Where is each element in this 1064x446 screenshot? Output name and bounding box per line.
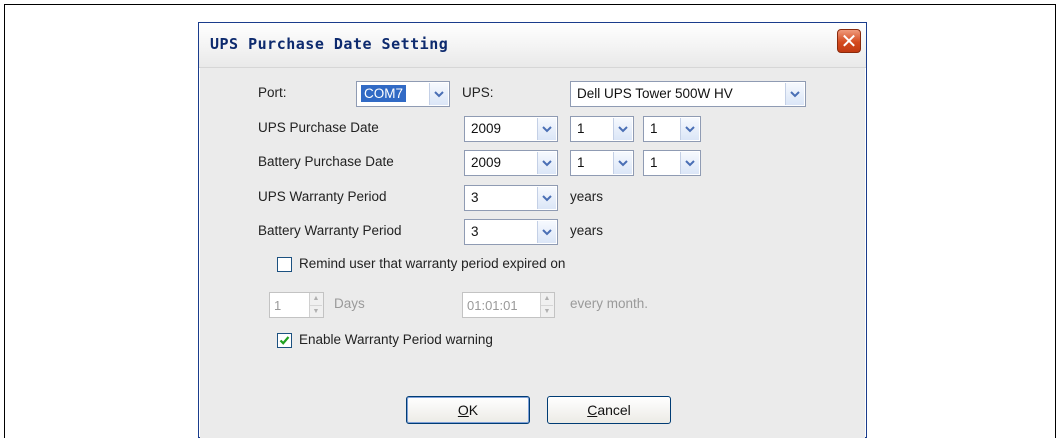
battery-purchase-year-select[interactable]: 2009 — [464, 150, 558, 176]
time-spinner[interactable]: 01:01:01 ▲ ▼ — [462, 292, 555, 318]
remind-label: Remind user that warranty period expired… — [299, 256, 566, 271]
enable-warning-checkbox[interactable] — [277, 333, 292, 348]
ups-warranty-value: 3 — [471, 190, 479, 205]
enable-warning-label: Enable Warranty Period warning — [299, 332, 493, 347]
ups-select[interactable]: Dell UPS Tower 500W HV — [570, 81, 806, 107]
chevron-down-icon[interactable] — [680, 152, 699, 174]
battery-warranty-label: Battery Warranty Period — [258, 223, 402, 238]
spin-arrows-icon[interactable]: ▲ ▼ — [309, 293, 323, 317]
ups-purchase-year-value: 2009 — [471, 121, 502, 136]
title-bar: UPS Purchase Date Setting ✕ — [199, 23, 866, 68]
battery-purchase-day-select[interactable]: 1 — [643, 150, 701, 176]
ups-purchase-date-label: UPS Purchase Date — [258, 120, 379, 135]
cancel-label-rest: ancel — [597, 402, 631, 418]
ups-label: UPS: — [462, 85, 494, 100]
time-value: 01:01:01 — [467, 298, 518, 313]
chevron-down-icon[interactable] — [785, 83, 804, 105]
ups-purchase-day-select[interactable]: 1 — [643, 116, 701, 142]
battery-purchase-month-value: 1 — [577, 155, 585, 170]
remind-checkbox[interactable] — [277, 257, 292, 272]
chevron-down-icon[interactable] — [537, 118, 556, 140]
days-value: 1 — [274, 298, 282, 313]
ups-purchase-month-select[interactable]: 1 — [570, 116, 634, 142]
port-value: COM7 — [361, 85, 407, 102]
chevron-down-icon[interactable] — [680, 118, 699, 140]
ups-purchase-day-value: 1 — [650, 121, 658, 136]
ups-warranty-label: UPS Warranty Period — [258, 189, 387, 204]
close-button[interactable]: ✕ — [837, 29, 861, 53]
ups-purchase-year-select[interactable]: 2009 — [464, 116, 558, 142]
ok-label-rest: K — [468, 402, 479, 418]
ups-purchase-month-value: 1 — [577, 121, 585, 136]
chevron-down-icon[interactable] — [429, 83, 448, 105]
chevron-down-icon[interactable] — [537, 152, 556, 174]
battery-warranty-unit: years — [570, 223, 604, 238]
checkmark-icon — [279, 336, 290, 345]
days-label: Days — [334, 296, 365, 311]
ok-mnemonic: O — [457, 402, 469, 418]
cancel-button[interactable]: Cancel — [547, 396, 671, 424]
battery-warranty-select[interactable]: 3 — [464, 219, 558, 245]
battery-purchase-year-value: 2009 — [471, 155, 502, 170]
port-select[interactable]: COM7 — [356, 81, 450, 107]
dialog-title: UPS Purchase Date Setting — [210, 35, 449, 53]
battery-purchase-date-label: Battery Purchase Date — [258, 154, 394, 169]
every-month-label: every month. — [570, 296, 649, 311]
chevron-down-icon[interactable] — [613, 152, 632, 174]
ok-button[interactable]: OK — [406, 396, 530, 424]
ups-warranty-select[interactable]: 3 — [464, 185, 558, 211]
ups-warranty-unit: years — [570, 189, 604, 204]
ups-value: Dell UPS Tower 500W HV — [577, 86, 733, 101]
cancel-mnemonic: C — [587, 402, 598, 418]
days-spinner[interactable]: 1 ▲ ▼ — [269, 292, 324, 318]
spin-arrows-icon[interactable]: ▲ ▼ — [540, 293, 554, 317]
battery-purchase-month-select[interactable]: 1 — [570, 150, 634, 176]
dialog-content: Port: COM7 UPS: Dell UPS Tower 500W HV U… — [200, 68, 865, 438]
chevron-down-icon[interactable] — [613, 118, 632, 140]
chevron-down-icon[interactable] — [537, 221, 556, 243]
close-icon: ✕ — [840, 29, 858, 53]
chevron-down-icon[interactable] — [537, 187, 556, 209]
port-label: Port: — [258, 85, 287, 100]
ups-purchase-date-dialog: UPS Purchase Date Setting ✕ Port: COM7 U… — [198, 22, 867, 438]
battery-purchase-day-value: 1 — [650, 155, 658, 170]
battery-warranty-value: 3 — [471, 224, 479, 239]
